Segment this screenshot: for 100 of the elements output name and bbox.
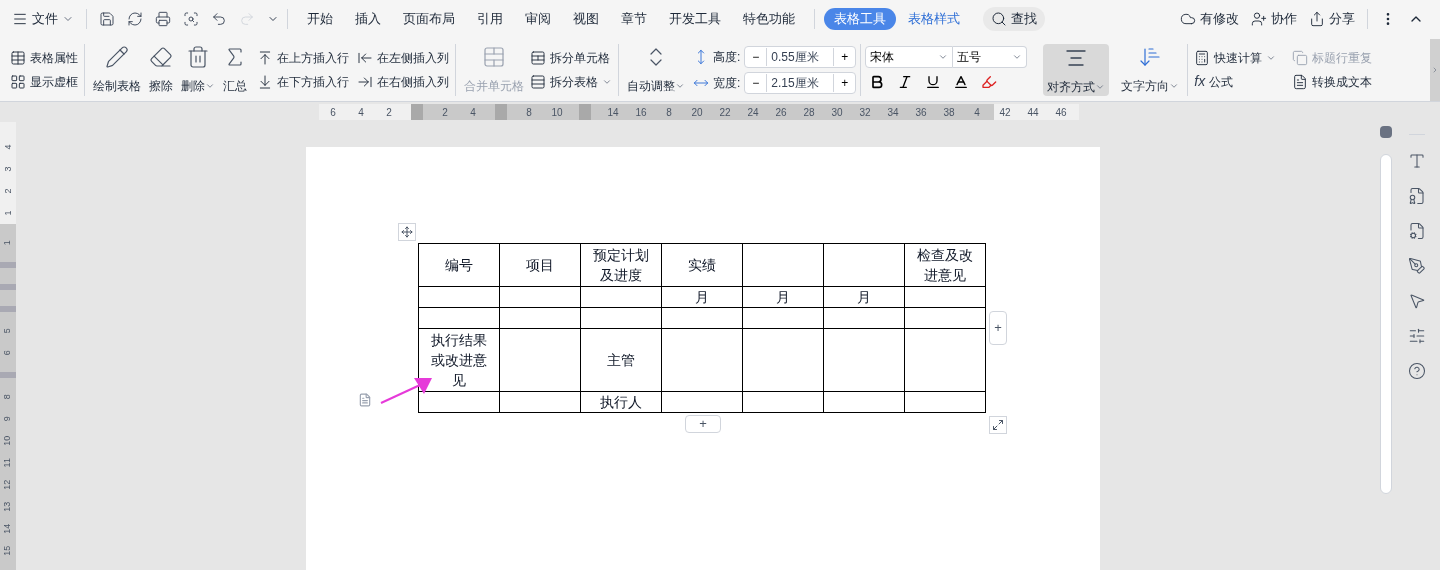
pen-icon[interactable]	[1408, 257, 1426, 275]
size-stepper[interactable]: − 2.15厘米 +	[744, 71, 857, 94]
ribbon-button[interactable]: 拆分单元格	[528, 45, 614, 70]
ribbon-tab[interactable]: 开始	[297, 8, 343, 30]
increment-button[interactable]: +	[833, 47, 856, 66]
ribbon-button[interactable]: 拆分表格	[528, 69, 614, 94]
calculator-icon	[1194, 49, 1211, 66]
row-marker[interactable]	[0, 372, 16, 378]
ruler-label: 14	[1, 524, 14, 534]
autofit-button[interactable]: 自动调整	[623, 44, 689, 95]
table-cell: 月	[661, 286, 743, 308]
ruler-label: 15	[1, 546, 14, 556]
ruler-toggle[interactable]	[1380, 126, 1392, 138]
preview-icon[interactable]	[183, 11, 199, 27]
ribbon-tab[interactable]: 章节	[611, 8, 657, 30]
ribbon-button[interactable]: fx 公式	[1192, 69, 1279, 94]
resize-table-handle[interactable]	[989, 416, 1007, 434]
ruler-label: 1	[1, 240, 14, 246]
ribbon-tab[interactable]: 引用	[467, 8, 513, 30]
help-icon[interactable]	[1408, 362, 1426, 380]
ruler-label: 2	[2, 188, 14, 194]
text-icon[interactable]	[1408, 152, 1426, 170]
size-field[interactable]: 2.15厘米	[767, 73, 834, 92]
size-field[interactable]: 0.55厘米	[767, 47, 834, 66]
top-action[interactable]: 分享	[1309, 9, 1355, 29]
decrement-button[interactable]: −	[745, 47, 768, 66]
highlighter-icon[interactable]	[981, 73, 998, 90]
split-cells-icon	[530, 49, 546, 66]
ribbon-button[interactable]: 转换成文本	[1290, 69, 1377, 94]
ruler-label: 4	[2, 144, 14, 150]
ribbon-tab[interactable]: 页面布局	[393, 8, 465, 30]
ribbon-button[interactable]: 表格属性	[8, 45, 80, 70]
ribbon-tab[interactable]: 表格工具	[824, 8, 896, 30]
sync-icon[interactable]	[127, 11, 143, 27]
document-icon[interactable]	[1408, 187, 1426, 205]
ribbon-button[interactable]: 在左侧插入列	[355, 45, 451, 70]
ribbon-tab[interactable]: 插入	[345, 8, 391, 30]
field-label: 宽度:	[713, 74, 741, 92]
pointer-icon[interactable]	[1408, 292, 1426, 310]
align-button[interactable]: 对齐方式	[1043, 43, 1110, 96]
font-color-icon[interactable]	[953, 73, 970, 90]
ribbon-button[interactable]: 在右侧插入列	[355, 69, 451, 94]
move-table-handle[interactable]	[398, 223, 416, 241]
add-column-button[interactable]: +	[989, 311, 1007, 345]
table-icon	[10, 49, 26, 66]
undo-icon[interactable]	[211, 11, 227, 27]
top-action[interactable]: 有修改	[1180, 9, 1239, 29]
ruler-label: 2	[442, 105, 448, 120]
sliders-icon[interactable]	[1408, 327, 1426, 345]
ruler-label: 32	[859, 105, 871, 120]
ribbon-tab[interactable]: 视图	[563, 8, 609, 30]
document-icon	[1292, 73, 1309, 90]
row-marker[interactable]	[0, 306, 16, 312]
ribbon-large-button[interactable]: 删除	[177, 44, 219, 95]
increment-button[interactable]: +	[833, 73, 856, 92]
ribbon-tab[interactable]: 开发工具	[659, 8, 731, 30]
pencil-icon	[105, 44, 129, 69]
ribbon-button[interactable]: 在上方插入行	[255, 45, 351, 70]
ribbon-tab[interactable]: 表格样式	[898, 8, 970, 30]
document-settings-icon[interactable]	[1408, 222, 1426, 240]
ribbon-large-button[interactable]: 汇总	[219, 44, 251, 95]
table-cell: 月	[823, 286, 905, 308]
ribbon-button[interactable]: 显示虚框	[8, 69, 80, 94]
top-action[interactable]: 协作	[1251, 9, 1297, 29]
ruler-label: 2	[386, 105, 392, 120]
merge-cells-icon	[482, 44, 506, 69]
font-size-select[interactable]: 五号	[953, 45, 1028, 68]
ruler-label: 10	[551, 105, 563, 120]
ruler-label: 5	[1, 328, 14, 334]
ruler-label: 28	[803, 105, 815, 120]
ribbon-tab[interactable]: 特色功能	[733, 8, 805, 30]
save-icon[interactable]	[99, 11, 115, 27]
row-marker[interactable]	[0, 284, 16, 290]
scrollbar-thumb[interactable]	[1380, 154, 1392, 494]
ribbon-large-button[interactable]: 绘制表格	[89, 44, 145, 95]
column-marker[interactable]	[411, 104, 423, 120]
column-marker[interactable]	[495, 104, 507, 120]
ribbon-button[interactable]: 在下方插入行	[255, 69, 351, 94]
size-stepper[interactable]: − 0.55厘米 +	[744, 45, 857, 68]
print-icon[interactable]	[155, 11, 171, 27]
table-cell: 检查及改进意见	[904, 243, 986, 287]
add-user-icon	[1251, 11, 1267, 27]
ruler-label: 14	[607, 105, 619, 120]
ruler-label: 8	[526, 105, 532, 120]
ribbon-tab[interactable]: 审阅	[515, 8, 561, 30]
row-marker[interactable]	[0, 262, 16, 268]
table-cell: 预定计划及进度	[580, 243, 662, 287]
text-direction-button[interactable]: 文字方向	[1117, 44, 1184, 95]
column-marker[interactable]	[579, 104, 591, 120]
decrement-button[interactable]: −	[745, 73, 768, 92]
ribbon-large-button[interactable]: 擦除	[145, 44, 177, 95]
underline-icon[interactable]	[925, 73, 942, 90]
ruler-label: 8	[1, 394, 14, 400]
font-family-select[interactable]: 宋体	[865, 45, 954, 68]
ribbon-button[interactable]: 快速计算	[1192, 45, 1279, 70]
search-button[interactable]: 查找	[983, 7, 1045, 31]
add-row-button[interactable]: +	[685, 415, 721, 433]
file-menu[interactable]: 文件	[12, 9, 74, 29]
table-cell: 主管	[580, 328, 662, 392]
table-cell: 月	[742, 286, 824, 308]
